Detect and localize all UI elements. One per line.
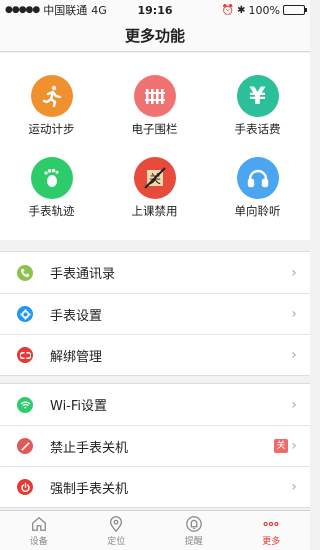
phone-book-icon [17, 264, 33, 281]
chevron-right-icon: › [291, 347, 297, 363]
chevron-right-icon: › [291, 396, 297, 413]
grid-label: 上课禁用 [131, 204, 178, 218]
tab-location[interactable]: 定位 [78, 511, 156, 550]
row-label: 强制手表关机 [50, 481, 129, 497]
grid-item-class-mode[interactable]: 关 上课禁用 [103, 157, 206, 219]
more-dots-icon [263, 521, 279, 526]
feature-grid: 运动计步 电子围栏 ¥ 手表话费 手表轨迹 上课禁用 单向聆听 [0, 53, 310, 240]
grid-label: 手表轨迹 [28, 204, 75, 218]
battery-icon [283, 5, 307, 15]
row-unbind-management[interactable]: 解绑管理 › [0, 334, 310, 375]
power-icon [17, 479, 33, 495]
footprint-icon [30, 157, 73, 199]
alarm-icon: ⏰ [221, 4, 235, 16]
row-label: Wi-Fi设置 [50, 399, 108, 414]
chevron-right-icon: › [291, 264, 297, 281]
row-label: 禁止手表关机 [50, 440, 129, 456]
tab-label: 设备 [29, 536, 48, 547]
headphones-icon [236, 157, 279, 199]
network-type: 4G [91, 3, 107, 17]
status-right: ⏰ ✱ 100% [221, 3, 307, 17]
wifi-icon [17, 396, 33, 413]
tab-label: 更多 [262, 536, 281, 547]
tab-label: 提醒 [184, 536, 203, 547]
carrier-label: 中国联通 [43, 4, 88, 17]
page-title: 更多功能 [124, 27, 185, 45]
grid-label: 手表话费 [234, 122, 281, 136]
row-label: 解绑管理 [50, 349, 103, 365]
tab-label: 定位 [107, 536, 126, 547]
signal-strength-icon: ●●●●● [5, 5, 40, 15]
forbid-icon [17, 438, 33, 454]
row-label: 手表通讯录 [50, 267, 116, 282]
chevron-right-icon: › [291, 306, 297, 322]
unbind-icon [17, 347, 33, 363]
row-watch-contacts[interactable]: 手表通讯录 › [0, 252, 310, 293]
nav-bar: 更多功能 [0, 20, 310, 52]
row-force-shutdown[interactable]: 强制手表关机 › [0, 466, 310, 507]
tab-device[interactable]: 设备 [0, 511, 78, 550]
bluetooth-icon: ✱ [237, 4, 246, 16]
grid-item-listen[interactable]: 单向聆听 [206, 157, 309, 219]
bell-icon [185, 515, 202, 532]
settings-group-1: 手表通讯录 › 手表设置 › 解绑管理 › [0, 251, 310, 376]
grid-label: 运动计步 [28, 122, 75, 136]
gear-icon [17, 306, 33, 322]
row-wifi-settings[interactable]: Wi-Fi设置 › [0, 384, 310, 425]
row-forbid-shutdown[interactable]: 禁止手表关机 关 › [0, 425, 310, 466]
grid-item-phone-bill[interactable]: ¥ 手表话费 [206, 75, 309, 137]
settings-group-2: Wi-Fi设置 › 禁止手表关机 关 › 强制手表关机 › [0, 383, 310, 508]
status-bar: ●●●●● 中国联通 4G 19:16 ⏰ ✱ 100% [0, 0, 310, 20]
chevron-right-icon: › [291, 479, 297, 495]
status-left: ●●●●● 中国联通 4G [5, 2, 222, 18]
tab-reminder[interactable]: 提醒 [155, 511, 233, 550]
yuan-icon: ¥ [236, 75, 279, 117]
fence-icon [133, 75, 176, 117]
grid-item-geofence[interactable]: 电子围栏 [103, 75, 206, 137]
grid-label: 单向聆听 [234, 204, 281, 218]
running-man-icon [30, 75, 73, 117]
house-icon [31, 516, 46, 531]
location-pin-icon [110, 515, 123, 532]
battery-percent: 100% [248, 3, 280, 17]
grid-item-step-counter[interactable]: 运动计步 [0, 75, 103, 137]
row-label: 手表设置 [50, 308, 103, 324]
class-disable-icon: 关 [133, 157, 176, 199]
grid-item-track[interactable]: 手表轨迹 [0, 157, 103, 219]
row-watch-settings[interactable]: 手表设置 › [0, 293, 310, 334]
tab-more[interactable]: 更多 [233, 511, 311, 550]
grid-label: 电子围栏 [131, 122, 178, 136]
tab-bar: 设备 定位 提醒 更多 [0, 510, 310, 550]
chevron-right-icon: › [291, 438, 297, 454]
